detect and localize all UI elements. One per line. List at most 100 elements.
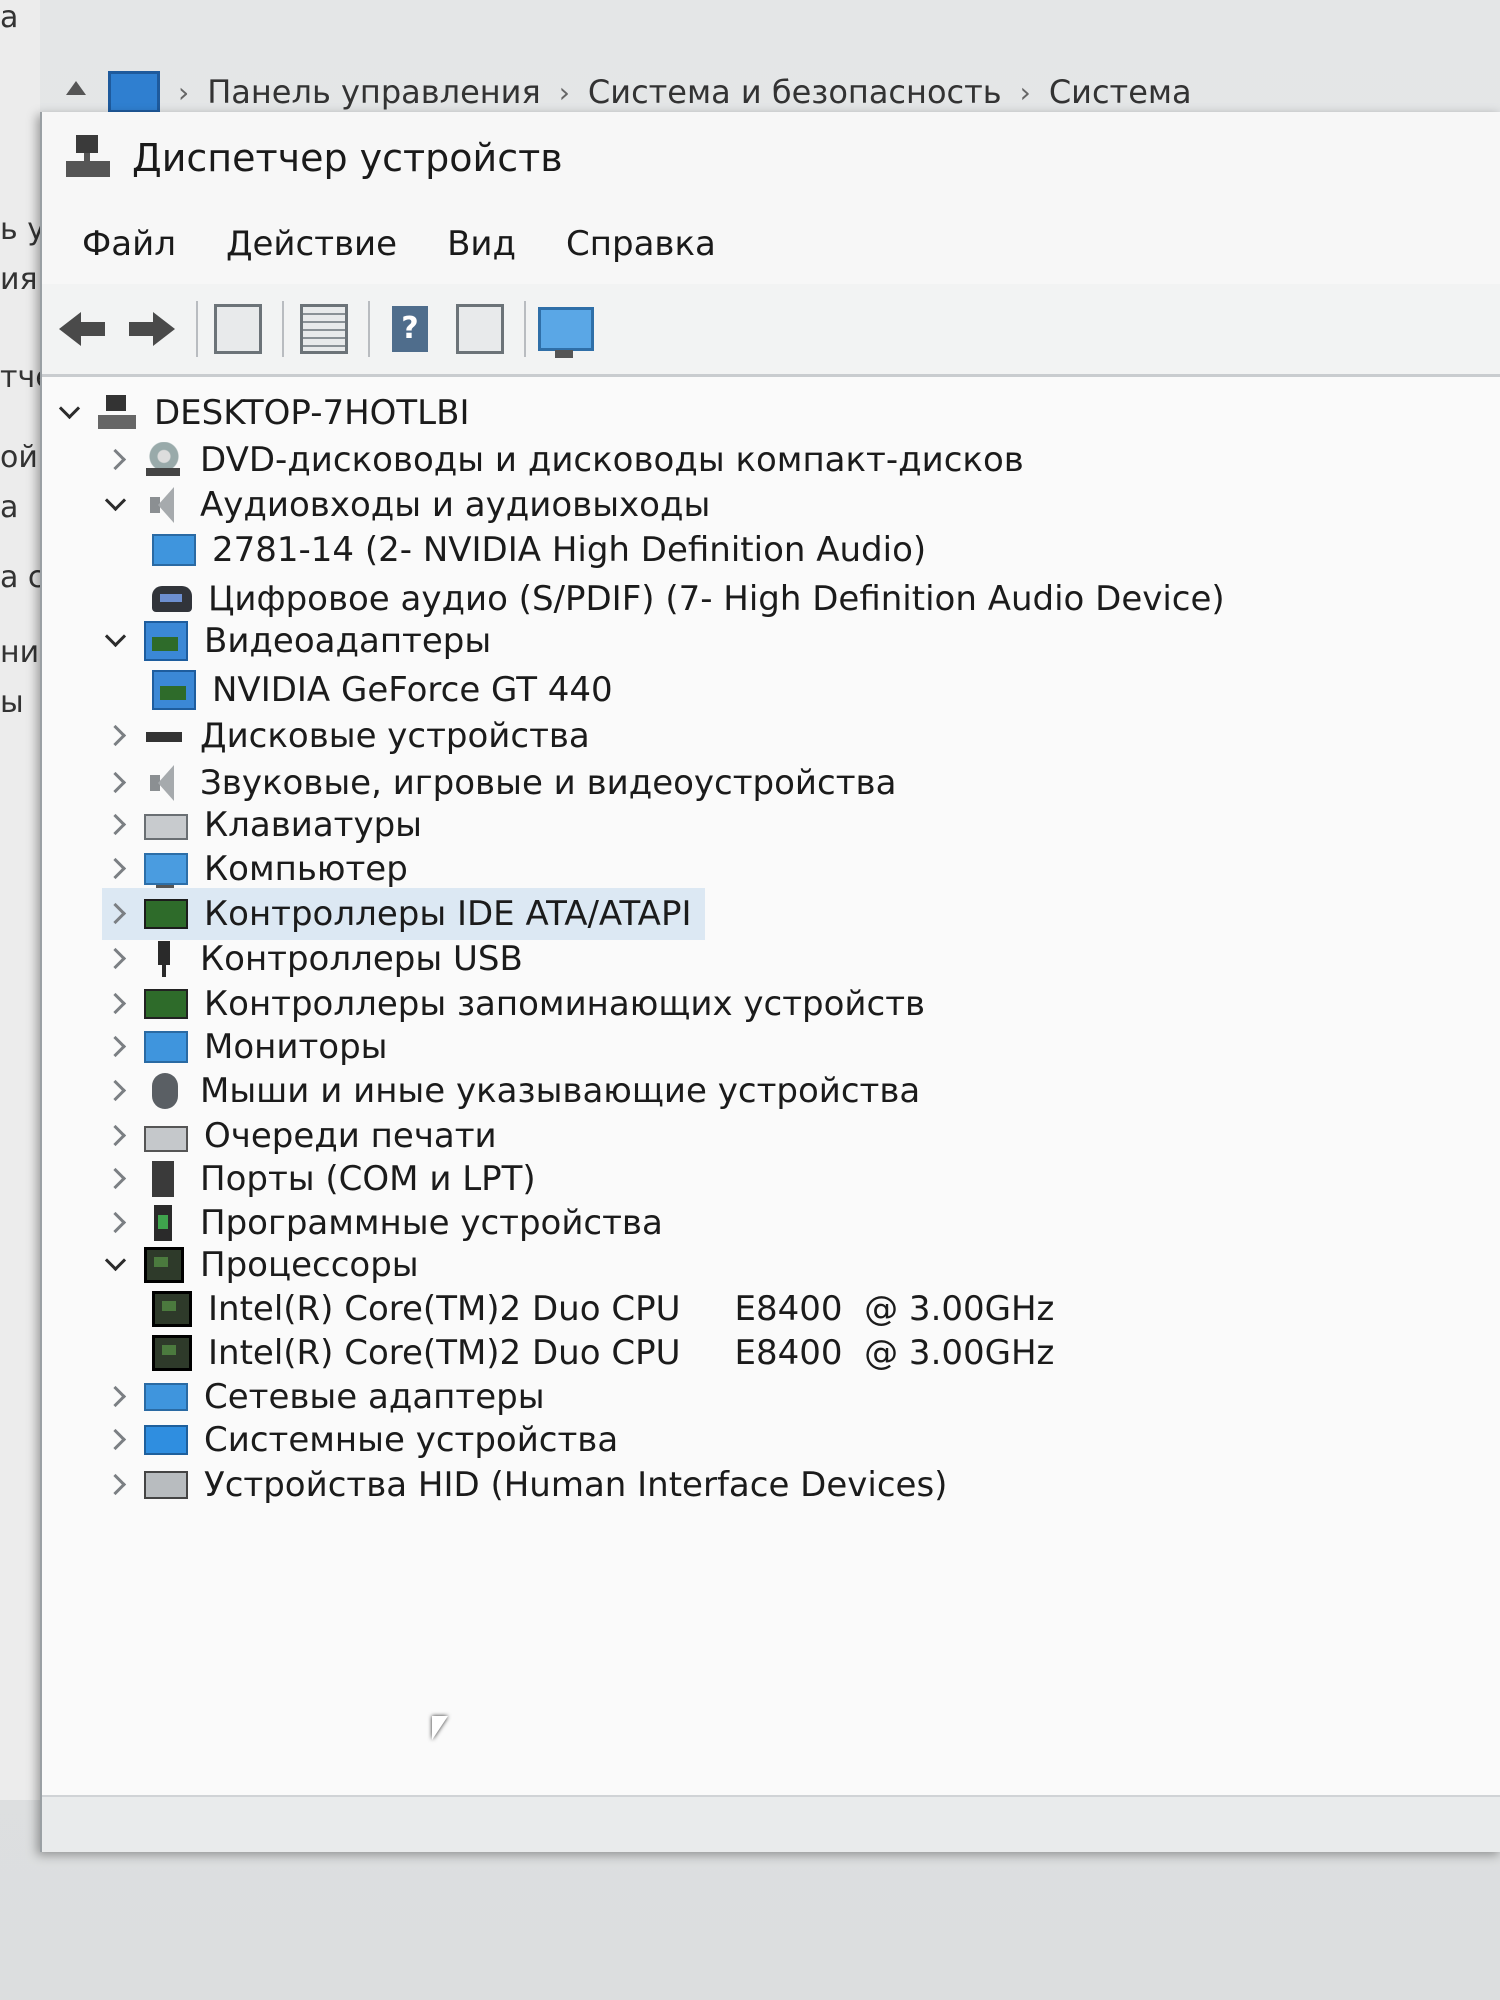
device-manager-window: Диспетчер устройств Файл Действие Вид Сп… bbox=[40, 112, 1500, 1852]
printer-icon bbox=[144, 1126, 188, 1152]
device-manager-icon bbox=[66, 133, 112, 183]
tree-item-label: Сетевые адаптеры bbox=[204, 1377, 545, 1417]
chevron-right-icon[interactable] bbox=[102, 900, 130, 928]
chevron-right-icon[interactable] bbox=[102, 990, 130, 1018]
keyboard-icon bbox=[144, 814, 188, 840]
tree-device-item[interactable]: 2781-14 (2- NVIDIA High Definition Audio… bbox=[152, 524, 926, 576]
forward-button[interactable] bbox=[122, 299, 182, 359]
properties-icon bbox=[300, 304, 348, 354]
tree-root[interactable]: DESKTOP-7HOTLBI bbox=[56, 387, 469, 439]
scan-hardware-button[interactable] bbox=[536, 299, 596, 359]
tree-item-label: Мыши и иные указывающие устройства bbox=[200, 1071, 921, 1111]
tree-item-label: 2781-14 (2- NVIDIA High Definition Audio… bbox=[212, 530, 927, 570]
chevron-right-icon[interactable] bbox=[102, 1165, 130, 1193]
chevron-right-icon[interactable] bbox=[102, 1033, 130, 1061]
chevron-down-icon[interactable] bbox=[102, 491, 130, 519]
chevron-right-icon[interactable] bbox=[102, 769, 130, 797]
tree-item-label: Видеоадаптеры bbox=[204, 621, 492, 661]
tree-item-label: Контроллеры IDE ATA/ATAPI bbox=[204, 894, 692, 934]
chevron-right-icon[interactable] bbox=[102, 945, 130, 973]
chevron-down-icon[interactable] bbox=[56, 399, 84, 427]
cpu-icon bbox=[152, 1291, 192, 1327]
speaker-icon bbox=[144, 487, 184, 523]
tree-item-label: Процессоры bbox=[200, 1245, 419, 1285]
tree-item-label: Клавиатуры bbox=[204, 805, 423, 845]
show-hide-tree-icon bbox=[214, 304, 262, 354]
control-panel-icon bbox=[108, 71, 160, 113]
computer-icon bbox=[144, 853, 188, 891]
menu-help[interactable]: Справка bbox=[556, 224, 726, 264]
run-button[interactable] bbox=[450, 299, 510, 359]
bg-fragment: а с bbox=[0, 560, 40, 595]
chevron-right-icon[interactable] bbox=[102, 1077, 130, 1105]
bg-fragment: ы bbox=[0, 685, 24, 720]
mouse-icon bbox=[152, 1073, 178, 1109]
menu-bar: Файл Действие Вид Справка bbox=[42, 204, 1500, 284]
chevron-right-icon: › bbox=[178, 75, 190, 109]
chevron-right-icon[interactable] bbox=[102, 811, 130, 839]
software-device-icon bbox=[154, 1205, 172, 1241]
tree-item-label: Контроллеры USB bbox=[200, 939, 523, 979]
toolbar-separator bbox=[196, 301, 198, 357]
menu-file[interactable]: Файл bbox=[72, 224, 186, 264]
dvd-icon bbox=[144, 442, 184, 478]
chevron-right-icon[interactable] bbox=[102, 1426, 130, 1454]
tree-item-label: Программные устройства bbox=[200, 1203, 663, 1243]
chevron-right-icon: › bbox=[1019, 75, 1031, 109]
disk-drive-icon bbox=[144, 718, 184, 754]
display-adapter-icon bbox=[144, 621, 188, 661]
tree-item-label: Мониторы bbox=[204, 1027, 388, 1067]
menu-view[interactable]: Вид bbox=[437, 224, 526, 264]
chevron-right-icon[interactable] bbox=[102, 1209, 130, 1237]
bg-fragment: ой bbox=[0, 440, 38, 475]
breadcrumb-item[interactable]: Панель управления bbox=[207, 73, 541, 111]
port-icon bbox=[152, 1161, 174, 1197]
bg-fragment: a bbox=[0, 0, 19, 35]
computer-icon bbox=[98, 395, 138, 431]
help-icon: ? bbox=[392, 306, 428, 352]
up-arrow-icon[interactable] bbox=[60, 77, 90, 107]
tree-item-label: DVD-дисководы и дисководы компакт-дисков bbox=[200, 440, 1024, 480]
chevron-right-icon[interactable] bbox=[102, 446, 130, 474]
monitor-icon bbox=[144, 1031, 188, 1063]
speaker-icon bbox=[144, 765, 184, 801]
tree-category-item[interactable]: Дисковые устройства bbox=[102, 710, 590, 762]
chevron-down-icon[interactable] bbox=[102, 1251, 130, 1279]
mouse-cursor-icon bbox=[432, 1716, 448, 1740]
chevron-down-icon[interactable] bbox=[102, 627, 130, 655]
tree-item-label: Очереди печати bbox=[204, 1116, 497, 1156]
bg-fragment: тче bbox=[0, 360, 40, 395]
toolbar-separator bbox=[524, 301, 526, 357]
spdif-icon bbox=[152, 586, 192, 612]
tree-category-item[interactable]: Устройства HID (Human Interface Devices) bbox=[102, 1459, 947, 1511]
chevron-right-icon[interactable] bbox=[102, 1383, 130, 1411]
tree-device-item[interactable]: NVIDIA GeForce GT 440 bbox=[152, 664, 613, 716]
title-bar[interactable]: Диспетчер устройств bbox=[42, 112, 1500, 204]
forward-icon bbox=[129, 312, 175, 346]
monitor-icon bbox=[152, 534, 196, 566]
tree-item-label: Звуковые, игровые и видеоустройства bbox=[200, 763, 897, 803]
breadcrumb-item[interactable]: Система и безопасность bbox=[588, 73, 1002, 111]
display-adapter-icon bbox=[152, 670, 196, 710]
show-hide-tree-button[interactable] bbox=[208, 299, 268, 359]
help-button[interactable]: ? bbox=[380, 299, 440, 359]
properties-button[interactable] bbox=[294, 299, 354, 359]
horizontal-scrollbar[interactable] bbox=[42, 1795, 1500, 1852]
toolbar: ? bbox=[42, 284, 1500, 377]
menu-action[interactable]: Действие bbox=[216, 224, 407, 264]
tree-item-label: Intel(R) Core(TM)2 Duo CPU E8400 @ 3.00G… bbox=[208, 1333, 1055, 1373]
breadcrumb-item[interactable]: Система bbox=[1049, 73, 1192, 111]
chevron-right-icon[interactable] bbox=[102, 1122, 130, 1150]
tree-item-label: Компьютер bbox=[204, 849, 408, 889]
tree-item-label: Устройства HID (Human Interface Devices) bbox=[204, 1465, 948, 1505]
back-button[interactable] bbox=[52, 299, 112, 359]
tree-item-label: Intel(R) Core(TM)2 Duo CPU E8400 @ 3.00G… bbox=[208, 1289, 1055, 1329]
run-icon bbox=[456, 304, 504, 354]
chevron-right-icon[interactable] bbox=[102, 722, 130, 750]
tree-item-label: Контроллеры запоминающих устройств bbox=[204, 984, 926, 1024]
tree-category-item[interactable]: Видеоадаптеры bbox=[102, 615, 491, 667]
chevron-right-icon[interactable] bbox=[102, 1471, 130, 1499]
chevron-right-icon[interactable] bbox=[102, 855, 130, 883]
tree-item-label: Системные устройства bbox=[204, 1420, 619, 1460]
system-device-icon bbox=[144, 1425, 188, 1455]
